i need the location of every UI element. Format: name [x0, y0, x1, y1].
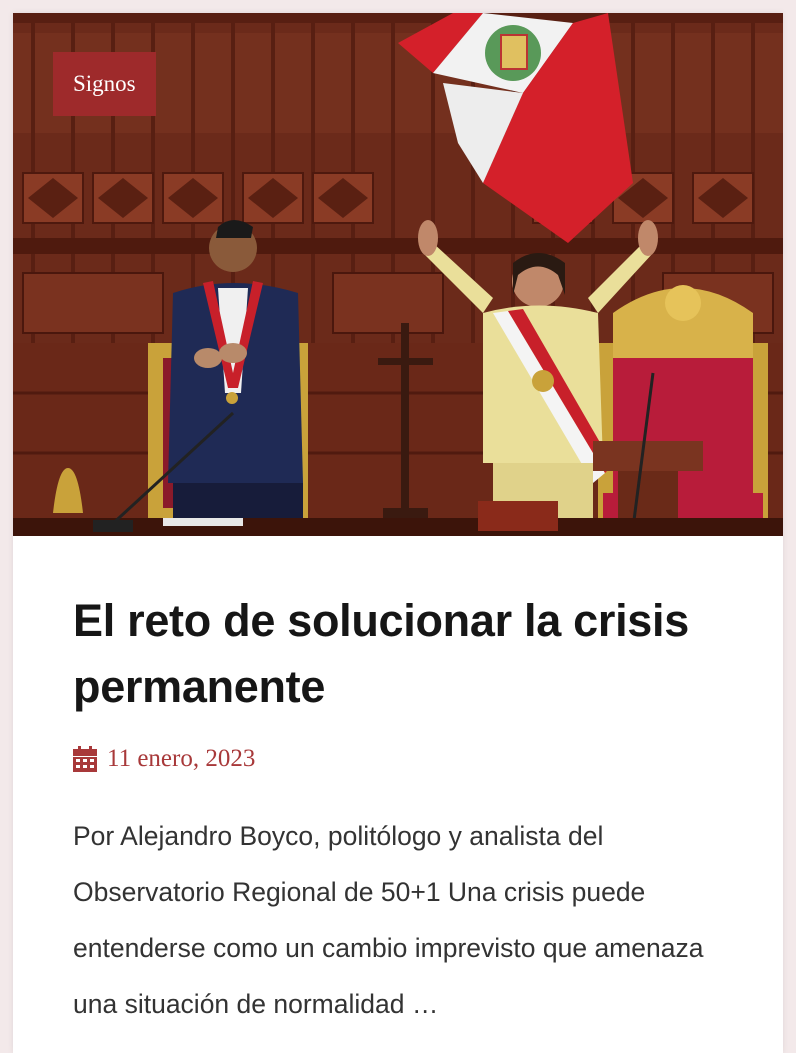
post-title[interactable]: El reto de solucionar la crisis permanen… [73, 588, 723, 720]
post-date: 11 enero, 2023 [107, 745, 256, 772]
post-meta: 11 enero, 2023 [73, 742, 723, 776]
calendar-icon [73, 746, 97, 772]
post-card: Signos El reto de solucionar la crisis p… [13, 13, 783, 1053]
category-badge[interactable]: Signos [53, 52, 156, 116]
post-content: El reto de solucionar la crisis permanen… [13, 536, 783, 1032]
post-excerpt: Por Alejandro Boyco, politólogo y analis… [73, 821, 704, 1019]
featured-image-link[interactable]: Signos [13, 13, 783, 536]
